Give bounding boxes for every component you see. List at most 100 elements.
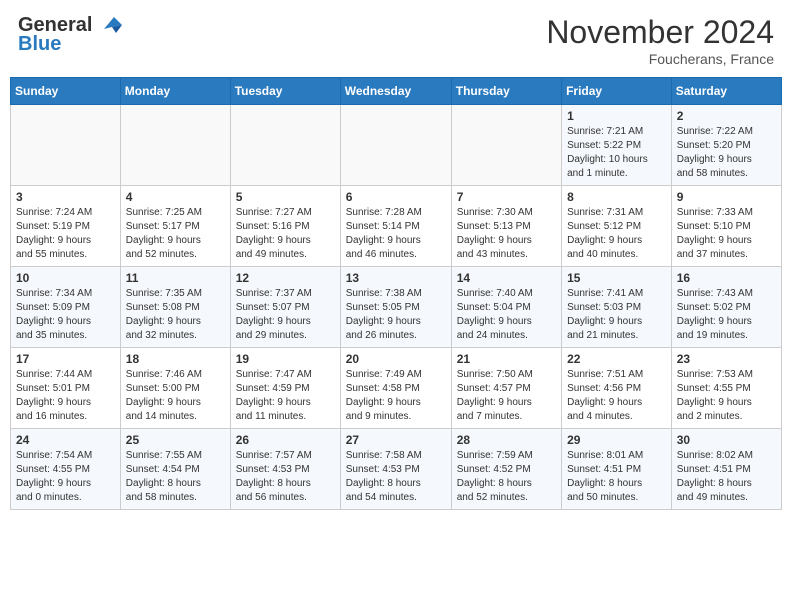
day-info: Sunrise: 7:33 AM Sunset: 5:10 PM Dayligh… — [677, 206, 776, 262]
calendar-day-cell: 23 Sunrise: 7:53 AM Sunset: 4:55 PM Dayli… — [671, 348, 781, 429]
day-info: Sunrise: 7:40 AM Sunset: 5:04 PM Dayligh… — [457, 287, 556, 343]
day-info: Sunrise: 7:50 AM Sunset: 4:57 PM Dayligh… — [457, 368, 556, 424]
day-number: 1 — [567, 109, 666, 123]
calendar-header-row: SundayMondayTuesdayWednesdayThursdayFrid… — [11, 78, 782, 105]
day-number: 9 — [677, 190, 776, 204]
calendar-day-cell: 7Sunrise: 7:30 AM Sunset: 5:13 PM Daylig… — [451, 186, 561, 267]
day-info: Sunrise: 7:54 AM Sunset: 4:55 PM Dayligh… — [16, 449, 115, 505]
day-number: 16 — [677, 271, 776, 285]
calendar-day-cell: 4 Sunrise: 7:25 AM Sunset: 5:17 PM Daylig… — [120, 186, 230, 267]
weekday-header-tuesday: Tuesday — [230, 78, 340, 105]
day-number: 22 — [567, 352, 666, 366]
day-number: 26 — [236, 433, 335, 447]
calendar-empty-cell — [340, 105, 451, 186]
calendar-day-cell: 11 Sunrise: 7:35 AM Sunset: 5:08 PM Dayli… — [120, 267, 230, 348]
calendar-day-cell: 15 Sunrise: 7:41 AM Sunset: 5:03 PM Dayli… — [562, 267, 672, 348]
calendar-day-cell: 28 Sunrise: 7:59 AM Sunset: 4:52 PM Dayli… — [451, 429, 561, 510]
day-info: Sunrise: 7:37 AM Sunset: 5:07 PM Dayligh… — [236, 287, 335, 343]
logo-bird-icon — [94, 15, 124, 37]
day-number: 3 — [16, 190, 115, 204]
day-info: Sunrise: 7:55 AM Sunset: 4:54 PM Dayligh… — [126, 449, 225, 505]
weekday-header-thursday: Thursday — [451, 78, 561, 105]
title-area: November 2024 Foucherans, France — [546, 14, 774, 67]
calendar-day-cell: 2Sunrise: 7:22 AM Sunset: 5:20 PM Daylig… — [671, 105, 781, 186]
calendar-week-row: 10Sunrise: 7:34 AM Sunset: 5:09 PM Dayli… — [11, 267, 782, 348]
day-info: Sunrise: 7:21 AM Sunset: 5:22 PM Dayligh… — [567, 125, 666, 181]
calendar-day-cell: 10Sunrise: 7:34 AM Sunset: 5:09 PM Dayli… — [11, 267, 121, 348]
day-info: Sunrise: 7:25 AM Sunset: 5:17 PM Dayligh… — [126, 206, 225, 262]
calendar-week-row: 3 Sunrise: 7:24 AM Sunset: 5:19 PM Daylig… — [11, 186, 782, 267]
day-info: Sunrise: 8:01 AM Sunset: 4:51 PM Dayligh… — [567, 449, 666, 505]
day-number: 20 — [346, 352, 446, 366]
calendar-empty-cell — [120, 105, 230, 186]
weekday-header-saturday: Saturday — [671, 78, 781, 105]
day-number: 24 — [16, 433, 115, 447]
location-text: Foucherans, France — [546, 51, 774, 67]
calendar-day-cell: 8 Sunrise: 7:31 AM Sunset: 5:12 PM Daylig… — [562, 186, 672, 267]
day-info: Sunrise: 7:31 AM Sunset: 5:12 PM Dayligh… — [567, 206, 666, 262]
day-number: 13 — [346, 271, 446, 285]
day-info: Sunrise: 7:41 AM Sunset: 5:03 PM Dayligh… — [567, 287, 666, 343]
day-number: 28 — [457, 433, 556, 447]
day-info: Sunrise: 7:44 AM Sunset: 5:01 PM Dayligh… — [16, 368, 115, 424]
day-number: 12 — [236, 271, 335, 285]
calendar-day-cell: 14 Sunrise: 7:40 AM Sunset: 5:04 PM Dayli… — [451, 267, 561, 348]
day-info: Sunrise: 8:02 AM Sunset: 4:51 PM Dayligh… — [677, 449, 776, 505]
day-info: Sunrise: 7:53 AM Sunset: 4:55 PM Dayligh… — [677, 368, 776, 424]
day-info: Sunrise: 7:51 AM Sunset: 4:56 PM Dayligh… — [567, 368, 666, 424]
calendar-day-cell: 5 Sunrise: 7:27 AM Sunset: 5:16 PM Daylig… — [230, 186, 340, 267]
day-number: 30 — [677, 433, 776, 447]
calendar-empty-cell — [11, 105, 121, 186]
calendar-day-cell: 16Sunrise: 7:43 AM Sunset: 5:02 PM Dayli… — [671, 267, 781, 348]
calendar-day-cell: 1 Sunrise: 7:21 AM Sunset: 5:22 PM Daylig… — [562, 105, 672, 186]
weekday-header-wednesday: Wednesday — [340, 78, 451, 105]
calendar-day-cell: 30 Sunrise: 8:02 AM Sunset: 4:51 PM Dayli… — [671, 429, 781, 510]
day-info: Sunrise: 7:58 AM Sunset: 4:53 PM Dayligh… — [346, 449, 446, 505]
calendar-empty-cell — [451, 105, 561, 186]
day-info: Sunrise: 7:47 AM Sunset: 4:59 PM Dayligh… — [236, 368, 335, 424]
day-number: 11 — [126, 271, 225, 285]
day-info: Sunrise: 7:59 AM Sunset: 4:52 PM Dayligh… — [457, 449, 556, 505]
calendar-day-cell: 17 Sunrise: 7:44 AM Sunset: 5:01 PM Dayli… — [11, 348, 121, 429]
day-info: Sunrise: 7:34 AM Sunset: 5:09 PM Dayligh… — [16, 287, 115, 343]
day-number: 2 — [677, 109, 776, 123]
day-info: Sunrise: 7:24 AM Sunset: 5:19 PM Dayligh… — [16, 206, 115, 262]
calendar-day-cell: 3 Sunrise: 7:24 AM Sunset: 5:19 PM Daylig… — [11, 186, 121, 267]
day-number: 8 — [567, 190, 666, 204]
page-header: General Blue November 2024 Foucherans, F… — [10, 10, 782, 71]
weekday-header-monday: Monday — [120, 78, 230, 105]
day-info: Sunrise: 7:46 AM Sunset: 5:00 PM Dayligh… — [126, 368, 225, 424]
day-number: 15 — [567, 271, 666, 285]
day-info: Sunrise: 7:57 AM Sunset: 4:53 PM Dayligh… — [236, 449, 335, 505]
calendar-day-cell: 21 Sunrise: 7:50 AM Sunset: 4:57 PM Dayli… — [451, 348, 561, 429]
day-number: 7 — [457, 190, 556, 204]
weekday-header-friday: Friday — [562, 78, 672, 105]
day-number: 17 — [16, 352, 115, 366]
calendar-day-cell: 13 Sunrise: 7:38 AM Sunset: 5:05 PM Dayli… — [340, 267, 451, 348]
calendar-table: SundayMondayTuesdayWednesdayThursdayFrid… — [10, 77, 782, 510]
day-number: 5 — [236, 190, 335, 204]
day-number: 21 — [457, 352, 556, 366]
day-info: Sunrise: 7:27 AM Sunset: 5:16 PM Dayligh… — [236, 206, 335, 262]
calendar-day-cell: 18Sunrise: 7:46 AM Sunset: 5:00 PM Dayli… — [120, 348, 230, 429]
calendar-empty-cell — [230, 105, 340, 186]
weekday-header-sunday: Sunday — [11, 78, 121, 105]
calendar-week-row: 1 Sunrise: 7:21 AM Sunset: 5:22 PM Daylig… — [11, 105, 782, 186]
day-number: 4 — [126, 190, 225, 204]
calendar-day-cell: 19 Sunrise: 7:47 AM Sunset: 4:59 PM Dayli… — [230, 348, 340, 429]
day-info: Sunrise: 7:28 AM Sunset: 5:14 PM Dayligh… — [346, 206, 446, 262]
logo-blue-text: Blue — [18, 33, 61, 56]
calendar-week-row: 17 Sunrise: 7:44 AM Sunset: 5:01 PM Dayli… — [11, 348, 782, 429]
day-info: Sunrise: 7:38 AM Sunset: 5:05 PM Dayligh… — [346, 287, 446, 343]
day-number: 25 — [126, 433, 225, 447]
day-number: 6 — [346, 190, 446, 204]
calendar-day-cell: 27Sunrise: 7:58 AM Sunset: 4:53 PM Dayli… — [340, 429, 451, 510]
day-number: 23 — [677, 352, 776, 366]
calendar-day-cell: 24 Sunrise: 7:54 AM Sunset: 4:55 PM Dayli… — [11, 429, 121, 510]
day-number: 19 — [236, 352, 335, 366]
calendar-day-cell: 22 Sunrise: 7:51 AM Sunset: 4:56 PM Dayli… — [562, 348, 672, 429]
calendar-day-cell: 6 Sunrise: 7:28 AM Sunset: 5:14 PM Daylig… — [340, 186, 451, 267]
day-info: Sunrise: 7:35 AM Sunset: 5:08 PM Dayligh… — [126, 287, 225, 343]
calendar-day-cell: 25 Sunrise: 7:55 AM Sunset: 4:54 PM Dayli… — [120, 429, 230, 510]
day-number: 14 — [457, 271, 556, 285]
